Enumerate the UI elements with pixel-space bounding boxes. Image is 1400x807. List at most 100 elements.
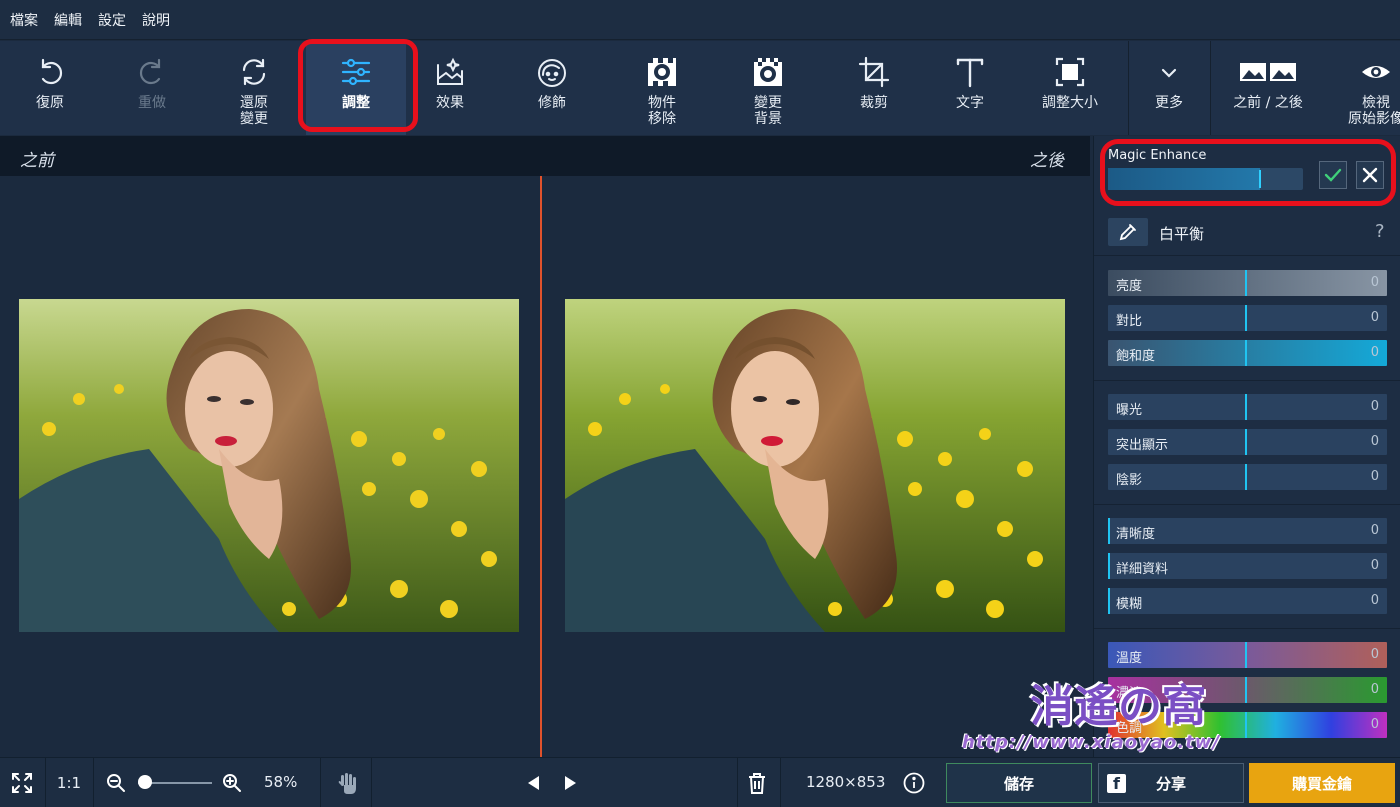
undo-button[interactable]: 復原 — [0, 41, 100, 135]
slider-value: 0 — [1370, 593, 1379, 608]
more-button[interactable]: 更多 — [1130, 41, 1208, 135]
save-button[interactable]: 儲存 — [946, 763, 1092, 803]
slider-value: 0 — [1370, 345, 1379, 360]
change-background-label: 變更 背景 — [754, 95, 782, 127]
slider-handle[interactable] — [1245, 712, 1247, 738]
zoom-slider-handle[interactable] — [138, 775, 152, 789]
menu-edit[interactable]: 編輯 — [54, 10, 82, 30]
image-canvas[interactable]: 之前 之後 — [0, 136, 1090, 757]
status-separator — [93, 758, 94, 807]
crop-button[interactable]: 裁剪 — [824, 41, 924, 135]
trash-icon — [749, 773, 765, 794]
crop-label: 裁剪 — [860, 95, 888, 111]
slider-label: 清晰度 — [1116, 527, 1156, 542]
app-window: 檔案 編輯 設定 說明 復原 重做 還原 變更 調整 效果 修飾 物件 移除 變… — [0, 0, 1400, 807]
before-after-button[interactable]: 之前 / 之後 — [1212, 41, 1324, 135]
object-removal-icon — [648, 58, 676, 86]
slider-handle[interactable] — [1245, 464, 1247, 490]
slider-value: 0 — [1370, 717, 1379, 732]
text-button[interactable]: 文字 — [920, 41, 1020, 135]
panel-separator — [1094, 380, 1400, 381]
help-icon[interactable]: ? — [1375, 221, 1385, 242]
buy-key-button[interactable]: 購買金鑰 — [1249, 763, 1395, 803]
slider-1[interactable]: 亮度 0 — [1108, 270, 1387, 296]
slider-5[interactable]: 突出顯示 0 — [1108, 429, 1387, 455]
slider-10[interactable]: 溫度 0 — [1108, 642, 1387, 668]
menu-help[interactable]: 說明 — [142, 10, 170, 30]
redo-label: 重做 — [138, 95, 166, 111]
revert-icon — [242, 58, 266, 86]
slider-value: 0 — [1370, 310, 1379, 325]
slider-12[interactable]: 色調 0 — [1108, 712, 1387, 738]
slider-11[interactable]: 濃淡 0 — [1108, 677, 1387, 703]
resize-icon — [1055, 57, 1085, 87]
fit-screen-button[interactable] — [0, 758, 44, 807]
revert-button[interactable]: 還原 變更 — [204, 41, 304, 135]
share-label: 分享 — [1155, 774, 1186, 793]
resize-button[interactable]: 調整大小 — [1020, 41, 1120, 135]
status-separator — [737, 758, 738, 807]
change-background-icon — [754, 58, 782, 86]
slider-handle[interactable] — [1108, 518, 1110, 544]
crop-icon — [858, 56, 890, 88]
delete-button[interactable] — [742, 758, 772, 807]
more-label: 更多 — [1155, 95, 1183, 111]
slider-label: 色調 — [1116, 721, 1143, 736]
slider-handle[interactable] — [1245, 270, 1247, 296]
slider-handle[interactable] — [1245, 429, 1247, 455]
white-balance-picker[interactable] — [1108, 218, 1148, 246]
object-removal-button[interactable]: 物件 移除 — [612, 41, 712, 135]
retouch-button[interactable]: 修飾 — [502, 41, 602, 135]
slider-3[interactable]: 飽和度 0 — [1108, 340, 1387, 366]
slider-2[interactable]: 對比 0 — [1108, 305, 1387, 331]
slider-label: 陰影 — [1116, 473, 1143, 488]
arrow-right-icon — [565, 776, 576, 790]
slider-handle[interactable] — [1108, 588, 1110, 614]
next-image-button[interactable] — [556, 758, 586, 807]
slider-8[interactable]: 詳細資料 0 — [1108, 553, 1387, 579]
adjust-panel: Magic Enhance 白平衡 ? 亮度 0 對比 0 飽和度 0 曝光 0 突出顯示 0 陰影… — [1093, 136, 1400, 757]
zoom-out-button[interactable] — [102, 758, 130, 807]
zoom-in-icon — [223, 774, 241, 792]
text-label: 文字 — [956, 95, 984, 111]
menu-settings[interactable]: 設定 — [98, 10, 126, 30]
white-balance-label: 白平衡 — [1159, 225, 1205, 243]
share-button[interactable]: f 分享 — [1098, 763, 1244, 803]
view-original-button[interactable]: 檢視 原始影像 — [1330, 41, 1400, 135]
slider-6[interactable]: 陰影 0 — [1108, 464, 1387, 490]
magic-enhance-highlight-annotation — [1100, 139, 1396, 206]
before-after-label: 之前 / 之後 — [1233, 95, 1303, 111]
slider-label: 濃淡 — [1116, 686, 1143, 701]
change-background-button[interactable]: 變更 背景 — [718, 41, 818, 135]
slider-4[interactable]: 曝光 0 — [1108, 394, 1387, 420]
actual-size-button[interactable]: 1:1 — [46, 758, 92, 807]
slider-handle[interactable] — [1245, 305, 1247, 331]
slider-7[interactable]: 清晰度 0 — [1108, 518, 1387, 544]
slider-handle[interactable] — [1245, 642, 1247, 668]
slider-value: 0 — [1370, 647, 1379, 662]
image-info-button[interactable] — [902, 758, 926, 807]
slider-9[interactable]: 模糊 0 — [1108, 588, 1387, 614]
before-photo — [19, 299, 519, 632]
slider-value: 0 — [1370, 558, 1379, 573]
slider-handle[interactable] — [1245, 394, 1247, 420]
slider-value: 0 — [1370, 399, 1379, 414]
pan-tool-button[interactable] — [330, 758, 364, 807]
zoom-level: 58% — [264, 773, 298, 791]
slider-handle[interactable] — [1245, 340, 1247, 366]
facebook-icon: f — [1107, 774, 1126, 793]
slider-handle[interactable] — [1245, 677, 1247, 703]
compare-divider[interactable] — [540, 176, 542, 757]
slider-label: 飽和度 — [1116, 349, 1156, 364]
zoom-in-button[interactable] — [218, 758, 246, 807]
redo-button[interactable]: 重做 — [102, 41, 202, 135]
status-bar: 1:1 58% 1280×853 儲存 f 分享 購買金鑰 — [0, 757, 1400, 807]
chevron-down-icon — [1161, 68, 1177, 78]
magic-image-icon — [437, 57, 463, 85]
fullscreen-icon — [12, 773, 32, 793]
slider-handle[interactable] — [1108, 553, 1110, 579]
previous-image-button[interactable] — [518, 758, 548, 807]
eye-icon — [1362, 66, 1390, 78]
panel-separator — [1094, 628, 1400, 629]
menu-file[interactable]: 檔案 — [10, 10, 38, 30]
